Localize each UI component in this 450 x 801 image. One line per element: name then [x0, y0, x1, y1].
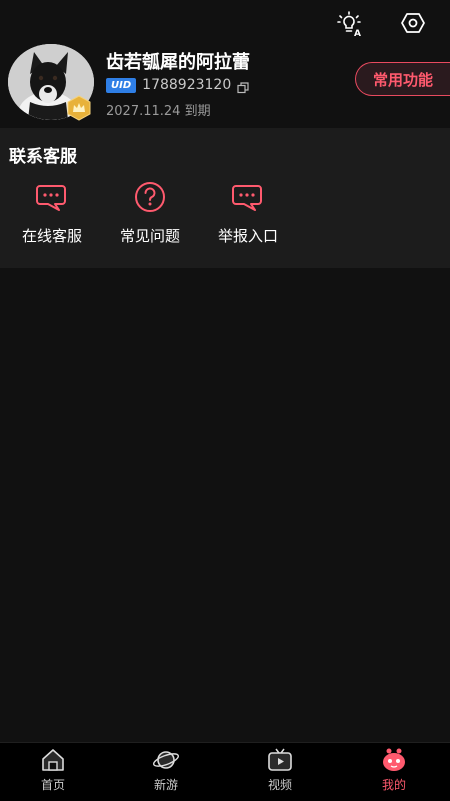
top-bar: A: [0, 0, 450, 44]
online-support-button[interactable]: 在线客服: [12, 180, 92, 246]
faq-button[interactable]: 常见问题: [110, 180, 190, 246]
service-label: 举报入口: [217, 227, 278, 245]
section-title: 联系客服: [9, 147, 77, 167]
uid-tag: UID: [106, 77, 137, 93]
settings-hex-icon: [401, 13, 425, 33]
contact-support-card: 联系客服 在线客服 常见问题 举报入口: [0, 128, 450, 268]
uid-row: UID 1788923120: [106, 76, 249, 94]
report-entry-button[interactable]: 举报入口: [208, 180, 288, 246]
service-label: 在线客服: [21, 227, 82, 245]
tab-video[interactable]: 视频: [245, 747, 315, 793]
tab-label: 首页: [40, 778, 65, 792]
vip-badge-icon: [66, 95, 92, 121]
home-icon: [42, 749, 64, 771]
common-functions-button[interactable]: 常用功能: [355, 62, 450, 96]
tab-label: 我的: [381, 778, 406, 792]
settings-button[interactable]: [398, 8, 428, 38]
tv-icon: [268, 748, 292, 771]
chat-bubble-icon: [36, 185, 66, 211]
uid-value: 1788923120: [142, 77, 232, 93]
tab-label: 视频: [267, 778, 292, 792]
bottom-tab-bar: 首页 新游 视频 我的: [0, 742, 450, 801]
question-circle-icon: [135, 182, 165, 212]
username: 齿若瓠犀的阿拉蕾: [106, 52, 250, 73]
copy-icon[interactable]: [237, 79, 249, 94]
tab-mine[interactable]: 我的: [359, 747, 429, 793]
lightbulb-auto-icon: A: [337, 11, 361, 37]
theme-toggle-button[interactable]: A: [334, 8, 364, 38]
chat-bubble-icon: [232, 185, 262, 211]
profile-header: 齿若瓠犀的阿拉蕾 UID 1788923120 2027.11.24 到期 常用…: [0, 44, 450, 128]
membership-expiry: 2027.11.24 到期: [106, 104, 211, 119]
svg-text:A: A: [354, 29, 361, 37]
tab-new-games[interactable]: 新游: [131, 747, 201, 793]
tab-home[interactable]: 首页: [18, 747, 88, 793]
service-label: 常见问题: [119, 227, 180, 245]
tab-label: 新游: [153, 778, 178, 792]
mascot-icon: [383, 748, 405, 771]
planet-icon: [152, 751, 180, 769]
